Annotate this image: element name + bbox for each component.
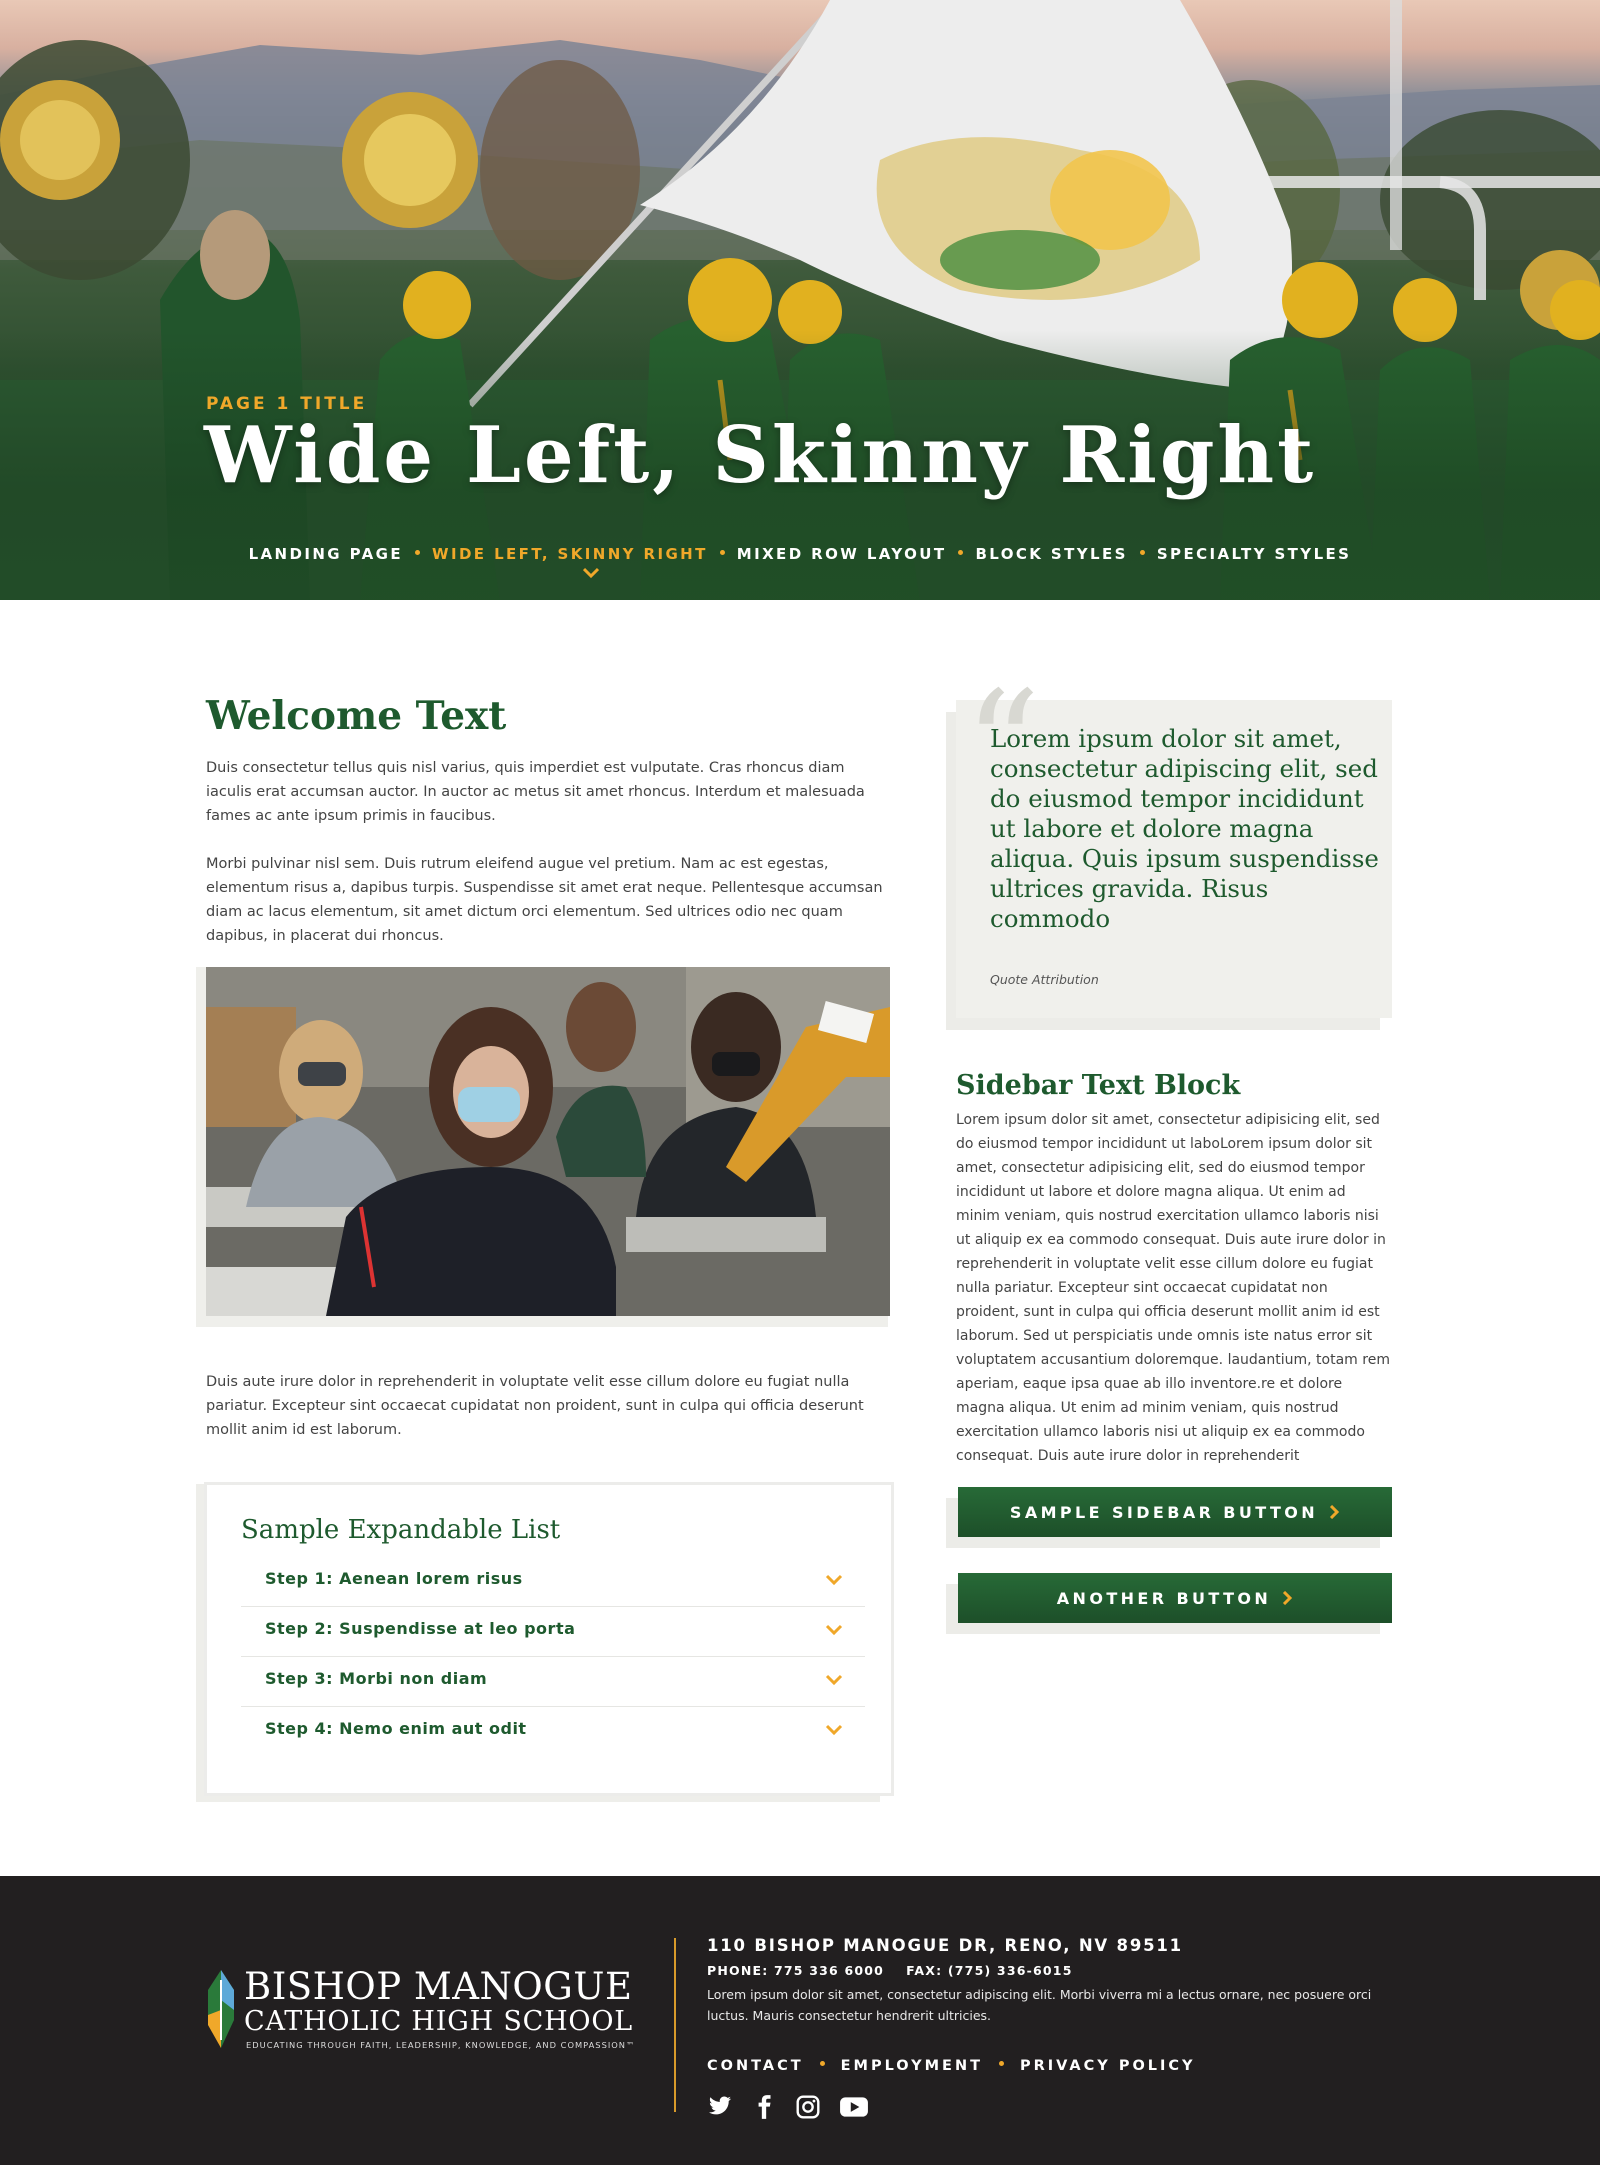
school-logo[interactable]: BISHOP MANOGUE CATHOLIC HIGH SCHOOL EDUC… [206, 1965, 646, 2068]
sidebar-text-body: Lorem ipsum dolor sit amet, consectetur … [956, 1112, 1390, 1464]
footer-links: CONTACT EMPLOYMENT PRIVACY POLICY [707, 2055, 1196, 2074]
nav-link-mixed-row-layout[interactable]: MIXED ROW LAYOUT [737, 545, 947, 563]
accordion-item[interactable]: Step 1: Aenean lorem risus [241, 1557, 865, 1607]
page-title: Wide Left, Skinny Right [204, 410, 1317, 501]
footer-phone: PHONE: 775 336 6000 [707, 1963, 885, 1978]
chevron-right-icon [1330, 1505, 1340, 1519]
welcome-paragraph-1: Duis consectetur tellus quis nisl varius… [206, 760, 865, 824]
nav-link-landing-page[interactable]: LANDING PAGE [249, 545, 403, 563]
accordion-item-label: Step 2: Suspendisse at leo porta [265, 1619, 576, 1638]
chevron-down-icon [825, 1574, 843, 1586]
logo-line-1: BISHOP MANOGUE [244, 1965, 633, 2008]
nav-separator [958, 550, 964, 555]
accordion-item-label: Step 3: Morbi non diam [265, 1669, 488, 1688]
accordion-item[interactable]: Step 4: Nemo enim aut odit [241, 1707, 865, 1757]
expandable-list: Sample Expandable List Step 1: Aenean lo… [204, 1482, 894, 1796]
logo-tagline: EDUCATING THROUGH FAITH, LEADERSHIP, KNO… [246, 2040, 636, 2050]
youtube-icon[interactable] [839, 2094, 869, 2122]
footer-fax: FAX: (775) 336-6015 [906, 1963, 1073, 1978]
classroom-photo [206, 967, 890, 1316]
accordion-item[interactable]: Step 3: Morbi non diam [241, 1657, 865, 1707]
subpage-nav: LANDING PAGE WIDE LEFT, SKINNY RIGHT MIXED… [0, 544, 1600, 563]
social-links [707, 2094, 869, 2122]
footer-text: Lorem ipsum dolor sit amet, consectetur … [707, 1987, 1372, 2023]
logo-line-2: CATHOLIC HIGH SCHOOL [244, 2006, 634, 2037]
chevron-right-icon [1283, 1591, 1293, 1605]
nav-link-block-styles[interactable]: BLOCK STYLES [975, 545, 1127, 563]
quote-attribution: Quote Attribution [990, 972, 1099, 987]
instagram-icon[interactable] [795, 2094, 825, 2122]
nav-link-wide-left-skinny-right[interactable]: WIDE LEFT, SKINNY RIGHT [432, 545, 708, 563]
quote-text: Lorem ipsum dolor sit amet, consectetur … [990, 724, 1379, 933]
button-label: SAMPLE SIDEBAR BUTTON [1009, 1502, 1319, 1522]
nav-separator [719, 550, 725, 555]
welcome-paragraph-2: Morbi pulvinar nisl sem. Duis rutrum ele… [206, 856, 883, 944]
footer-link-separator [819, 2061, 825, 2066]
facebook-icon[interactable] [751, 2094, 781, 2122]
nav-link-specialty-styles[interactable]: SPECIALTY STYLES [1157, 545, 1352, 563]
accordion-item-label: Step 1: Aenean lorem risus [265, 1569, 523, 1588]
footer-link-privacy-policy[interactable]: PRIVACY POLICY [1020, 2058, 1196, 2074]
footer-address: 110 BISHOP MANOGUE DR, RENO, NV 89511 [707, 1936, 1183, 1955]
chevron-down-icon [825, 1724, 843, 1736]
footer-divider [674, 1938, 676, 2112]
school-crest-icon [208, 1970, 234, 2048]
twitter-icon[interactable] [707, 2094, 737, 2122]
nav-separator [415, 550, 421, 555]
accordion-item[interactable]: Step 2: Suspendisse at leo porta [241, 1607, 865, 1657]
chevron-down-icon [825, 1624, 843, 1636]
accordion-item-label: Step 4: Nemo enim aut odit [265, 1719, 527, 1738]
button-label: ANOTHER BUTTON [1056, 1588, 1272, 1608]
another-button[interactable]: ANOTHER BUTTON [958, 1573, 1392, 1623]
body-paragraph-3: Duis aute irure dolor in reprehenderit i… [206, 1374, 864, 1438]
chevron-down-icon[interactable] [583, 567, 599, 579]
site-footer: BISHOP MANOGUE CATHOLIC HIGH SCHOOL EDUC… [0, 1876, 1600, 2165]
pull-quote: “ Lorem ipsum dolor sit amet, consectetu… [956, 672, 1392, 1018]
footer-link-separator [998, 2061, 1004, 2066]
welcome-heading: Welcome Text [206, 693, 507, 739]
sidebar-text-title: Sidebar Text Block [956, 1070, 1241, 1101]
chevron-down-icon [825, 1674, 843, 1686]
nav-separator [1139, 550, 1145, 555]
footer-link-employment[interactable]: EMPLOYMENT [841, 2058, 983, 2074]
footer-link-contact[interactable]: CONTACT [707, 2058, 804, 2074]
sample-sidebar-button[interactable]: SAMPLE SIDEBAR BUTTON [958, 1487, 1392, 1537]
footer-contact-numbers: PHONE: 775 336 6000 FAX: (775) 336-6015 [707, 1963, 1095, 1978]
hero-banner: PAGE 1 TITLE Wide Left, Skinny Right LAN… [0, 0, 1600, 600]
expandable-list-title: Sample Expandable List [241, 1515, 561, 1545]
